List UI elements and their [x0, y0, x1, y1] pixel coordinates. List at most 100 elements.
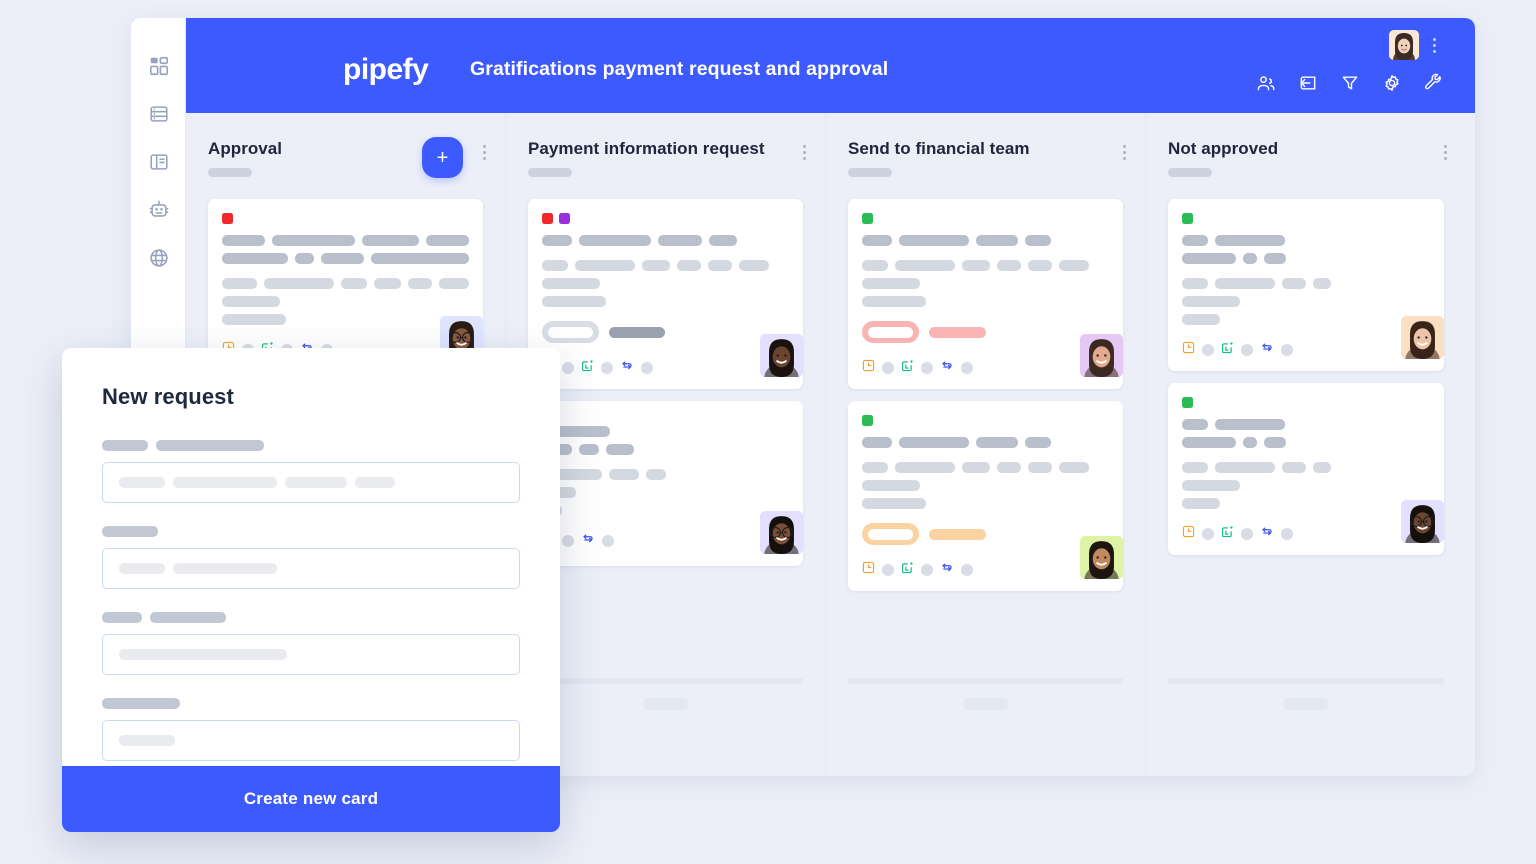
skeleton-bar [264, 278, 335, 289]
connection-icon[interactable] [1260, 341, 1274, 359]
card-icon-value-0 [562, 362, 574, 374]
skeleton-bar [708, 260, 732, 271]
board-card[interactable] [1168, 383, 1444, 555]
due-date-icon[interactable] [862, 359, 875, 377]
card-tag-1 [559, 213, 570, 224]
skeleton-bar [658, 235, 702, 246]
due-date-icon[interactable] [1182, 525, 1195, 543]
board-card[interactable] [1168, 199, 1444, 371]
card-icon-row [862, 561, 1109, 579]
card-assignee-avatar[interactable] [1401, 316, 1444, 359]
column-more-icon[interactable] [797, 145, 811, 160]
card-meta-skeleton-row [542, 505, 789, 516]
skeleton-bar [374, 278, 401, 289]
column-title: Send to financial team [848, 139, 1030, 158]
card-meta-skeleton-row [222, 278, 469, 289]
due-date-icon[interactable] [1182, 341, 1195, 359]
skeleton-divider [1168, 678, 1444, 684]
sidebar-item-4[interactable] [131, 234, 186, 282]
gear-settings-icon[interactable] [1381, 72, 1403, 94]
due-date-icon[interactable] [862, 561, 875, 579]
board-card[interactable] [528, 401, 803, 566]
skeleton-bar [579, 235, 651, 246]
column-more-icon[interactable] [1438, 145, 1452, 160]
card-meta-skeleton-row [542, 487, 789, 498]
connection-icon[interactable] [581, 532, 595, 550]
connection-icon[interactable] [1260, 525, 1274, 543]
card-meta-skeleton-row [862, 278, 1109, 289]
pipefy-logo[interactable]: pipefy [343, 53, 429, 87]
avatar[interactable] [1389, 30, 1419, 60]
card-meta-skeleton-row [862, 296, 1109, 307]
card-title-skeleton-row [222, 235, 469, 246]
sidebar-item-2[interactable] [131, 138, 186, 186]
database-list-icon [148, 103, 170, 125]
board-card[interactable] [848, 401, 1123, 591]
skeleton-bar [285, 477, 347, 488]
card-icon-value-1 [921, 564, 933, 576]
column-count-placeholder [208, 168, 252, 177]
field-input[interactable] [102, 720, 520, 761]
skeleton-bar [862, 235, 892, 246]
skeleton-bar [542, 260, 568, 271]
sidebar-item-0[interactable] [131, 42, 186, 90]
create-new-card-button[interactable]: Create new card [62, 766, 560, 832]
card-meta-skeleton-row [542, 469, 789, 480]
column-more-icon[interactable] [1117, 145, 1131, 160]
card-chip-row [542, 321, 789, 343]
connection-icon[interactable] [620, 359, 634, 377]
card-tag-0 [1182, 213, 1193, 224]
start-date-icon[interactable] [1221, 341, 1234, 359]
field-input[interactable] [102, 462, 520, 503]
card-icon-value-1 [601, 362, 613, 374]
card-assignee-avatar[interactable] [760, 334, 803, 377]
board-card[interactable] [208, 199, 483, 371]
inbox-import-icon[interactable] [1297, 72, 1319, 94]
skeleton-bar [1215, 462, 1275, 473]
board-column-3: Not approved [1146, 113, 1466, 776]
board-card[interactable] [848, 199, 1123, 389]
card-meta-skeleton-row [862, 498, 1109, 509]
skeleton-bar [976, 437, 1018, 448]
card-assignee-avatar[interactable] [1401, 500, 1444, 543]
connection-icon[interactable] [940, 561, 954, 579]
wrench-tools-icon[interactable] [1423, 72, 1445, 94]
add-card-button[interactable]: + [422, 137, 463, 178]
skeleton-bar [862, 480, 920, 491]
column-footer-skeleton [528, 678, 803, 710]
members-icon[interactable] [1255, 72, 1277, 94]
card-assignee-avatar[interactable] [1080, 334, 1123, 377]
skeleton-bar [1313, 278, 1331, 289]
card-meta-skeleton-row [1182, 296, 1430, 307]
field-input[interactable] [102, 548, 520, 589]
sidebar-item-3[interactable] [131, 186, 186, 234]
card-tag-0 [222, 213, 233, 224]
board-column-2: Send to financial team [826, 113, 1146, 776]
topbar-more-icon[interactable] [1427, 35, 1441, 55]
skeleton-pill [1284, 698, 1328, 710]
card-title-skeleton-row [542, 444, 789, 455]
column-more-icon[interactable] [477, 145, 491, 160]
sidebar-item-1[interactable] [131, 90, 186, 138]
start-date-icon[interactable] [901, 561, 914, 579]
card-icon-value-2 [1281, 344, 1293, 356]
skeleton-bar [976, 235, 1018, 246]
skeleton-bar [119, 649, 287, 660]
start-date-icon[interactable] [1221, 525, 1234, 543]
connection-icon[interactable] [940, 359, 954, 377]
start-date-icon[interactable] [901, 359, 914, 377]
skeleton-bar [542, 278, 600, 289]
card-title-skeleton-row [1182, 419, 1430, 430]
card-icon-value-2 [641, 362, 653, 374]
skeleton-bar [362, 235, 420, 246]
board-card[interactable] [528, 199, 803, 389]
filter-icon[interactable] [1339, 72, 1361, 94]
card-assignee-avatar[interactable] [760, 511, 803, 554]
field-input[interactable] [102, 634, 520, 675]
card-icon-value-0 [882, 564, 894, 576]
card-assignee-avatar[interactable] [1080, 536, 1123, 579]
start-date-icon[interactable] [581, 359, 594, 377]
card-meta-skeleton-row [222, 296, 469, 307]
card-icon-row [862, 359, 1109, 377]
column-header: Send to financial team [826, 113, 1145, 199]
